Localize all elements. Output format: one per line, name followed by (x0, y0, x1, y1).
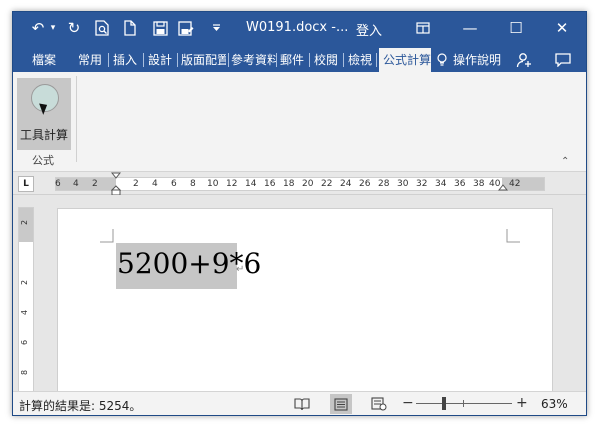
tab-insert[interactable]: 插入 (113, 48, 139, 72)
ruler-number: 20 (302, 179, 314, 189)
calculation-result: 計算的結果是: 5254。 (19, 399, 142, 413)
document-page[interactable]: 5200+9*6 ↵ (57, 208, 553, 393)
crop-mark-top-left (100, 229, 114, 243)
tool-calculate-button[interactable]: 工具計算 (17, 78, 71, 150)
indent-marker-icon[interactable] (111, 172, 121, 196)
tab-references[interactable]: 參考資料 (231, 48, 276, 72)
tab-separator (309, 53, 310, 67)
ruler-number: 16 (264, 179, 276, 189)
tab-separator (228, 53, 229, 67)
ruler-number: 10 (207, 179, 219, 189)
new-document-icon[interactable] (119, 16, 141, 40)
undo-icon[interactable]: ↶ (28, 16, 48, 40)
minimize-button[interactable]: — (453, 16, 487, 40)
undo-dropdown-icon[interactable]: ▾ (47, 16, 59, 40)
zoom-out-button[interactable]: − (402, 395, 414, 411)
web-layout-icon[interactable] (368, 394, 390, 414)
horizontal-ruler-bar: L 6 4 2 2 4 6 8 10 12 14 16 18 20 22 24 … (13, 172, 586, 196)
comments-icon[interactable] (555, 48, 575, 72)
tab-selector[interactable]: L (18, 176, 34, 192)
ruler-number: 28 (378, 179, 390, 189)
ruler-number: 14 (245, 179, 257, 189)
read-mode-icon[interactable] (291, 394, 313, 414)
ruler-number: 4 (73, 179, 79, 189)
ruler-number: 2 (20, 219, 30, 226)
maximize-button[interactable]: ☐ (499, 16, 533, 40)
zoom-slider[interactable] (416, 403, 512, 404)
tab-separator (143, 53, 144, 67)
tab-design[interactable]: 設計 (148, 48, 174, 72)
ruler-number: 36 (454, 179, 466, 189)
save-icon[interactable] (149, 16, 171, 40)
title-bar: ↶ ▾ ↻ W0191.docx -... 登入 — ☐ ✕ (13, 12, 586, 45)
tab-review[interactable]: 校閱 (314, 48, 340, 72)
save-as-icon[interactable] (175, 16, 197, 40)
ruler-number: 42 (509, 179, 521, 189)
collapse-ribbon-icon[interactable]: ⌃ (561, 156, 569, 167)
ruler-number: 6 (171, 179, 177, 189)
tell-me-search[interactable]: 操作說明 (453, 48, 509, 72)
ribbon-tabs: 檔案 常用 插入 設計 版面配置 參考資料 郵件 校閱 檢視 公式計算 操作說明 (13, 48, 586, 72)
tab-separator (376, 53, 377, 67)
ruler-number: 38 (473, 179, 485, 189)
ruler-number: 2 (92, 179, 98, 189)
ruler-number: 22 (321, 179, 333, 189)
horizontal-ruler[interactable]: 6 4 2 2 4 6 8 10 12 14 16 18 20 22 24 26… (55, 172, 545, 196)
ribbon-panel: 工具計算 公式 ⌃ (13, 72, 586, 172)
ruler-number: 24 (340, 179, 352, 189)
word-window: ↶ ▾ ↻ W0191.docx -... 登入 — ☐ ✕ 檔案 常用 插入 (12, 11, 587, 416)
close-button[interactable]: ✕ (545, 16, 579, 40)
share-person-icon[interactable] (516, 48, 534, 72)
ruler-number: 8 (190, 179, 196, 189)
vertical-ruler[interactable]: 2 2 4 6 8 (18, 207, 34, 393)
customize-toolbar-icon[interactable] (209, 16, 223, 40)
tab-view[interactable]: 檢視 (348, 48, 374, 72)
ruler-number: 2 (20, 279, 30, 286)
print-preview-icon[interactable] (91, 16, 113, 40)
tab-separator (108, 53, 109, 67)
tab-formula-calc[interactable]: 公式計算 (379, 48, 431, 72)
ruler-number: 6 (55, 179, 61, 189)
tab-home[interactable]: 常用 (78, 48, 104, 72)
status-bar: 計算的結果是: 5254。 − + 63% (13, 391, 586, 415)
zoom-level[interactable]: 63% (541, 397, 568, 411)
zoom-slider-thumb[interactable] (442, 397, 446, 410)
right-indent-marker-icon[interactable] (498, 184, 508, 194)
redo-icon[interactable]: ↻ (63, 16, 85, 40)
ruler-number: 4 (20, 309, 30, 316)
tool-calculate-label: 工具計算 (19, 128, 68, 142)
crop-mark-top-right (506, 229, 520, 243)
document-canvas: 2 2 4 6 8 5200+9*6 ↵ (13, 195, 586, 393)
paragraph-mark: ↵ (236, 264, 245, 275)
group-divider (76, 76, 77, 162)
ruler-number: 26 (359, 179, 371, 189)
ruler-number: 2 (133, 179, 139, 189)
tab-file[interactable]: 檔案 (24, 48, 64, 72)
ribbon-display-options-icon[interactable] (406, 16, 440, 40)
zoom-in-button[interactable]: + (516, 395, 528, 411)
ruler-number: 8 (20, 369, 30, 376)
lightbulb-icon[interactable] (437, 48, 451, 72)
tab-separator (343, 53, 344, 67)
ruler-number: 32 (416, 179, 428, 189)
group-label-formula: 公式 (32, 154, 54, 167)
print-layout-icon[interactable] (330, 394, 352, 414)
ruler-number: 4 (152, 179, 158, 189)
ruler-number: 12 (226, 179, 238, 189)
tab-layout[interactable]: 版面配置 (181, 48, 226, 72)
tab-separator (177, 53, 178, 67)
document-title: W0191.docx -... (246, 20, 349, 35)
ruler-number: 30 (397, 179, 409, 189)
ruler-number: 6 (20, 339, 30, 346)
tab-separator (276, 53, 277, 67)
sign-in-link[interactable]: 登入 (356, 20, 382, 39)
tab-mailings[interactable]: 郵件 (280, 48, 306, 72)
ruler-number: 18 (283, 179, 295, 189)
ruler-number: 34 (435, 179, 447, 189)
